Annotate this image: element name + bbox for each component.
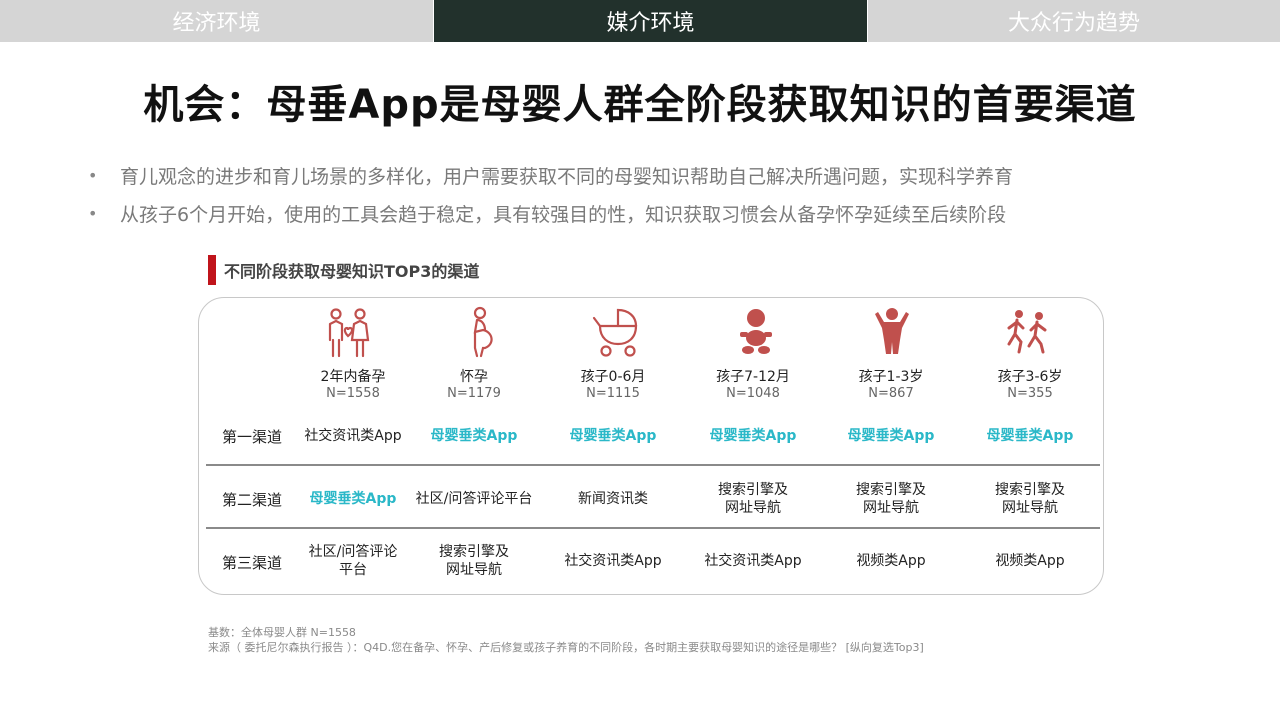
table-cell: 视频类App <box>856 553 926 569</box>
bullet-list: • 育儿观念的进步和育儿场景的多样化，用户需要获取不同的母婴知识帮助自己解决所遇… <box>88 156 1208 232</box>
stage-sample-size: N=1115 <box>586 386 640 401</box>
stage-name: 孩子0-6月 <box>580 369 646 385</box>
source-note: 来源（ 委托尼尔森执行报告 ）：Q4D.您在备孕、怀孕、产后修复或孩子养育的不同… <box>208 641 924 654</box>
pregnant-woman-icon <box>473 306 493 358</box>
table-cell: 社区/问答评论平台 <box>308 544 398 578</box>
stage-name: 孩子7-12月 <box>716 369 790 385</box>
accent-bar <box>208 255 216 285</box>
stage-name: 怀孕 <box>460 369 488 385</box>
stage-sample-size: N=355 <box>1007 386 1053 401</box>
table-cell: 社交资讯类App <box>564 553 662 569</box>
couple-heart-icon <box>328 308 370 358</box>
stage-sample-size: N=1179 <box>447 386 501 401</box>
bullet-marker: • <box>88 165 98 185</box>
bullet-item: • 从孩子6个月开始，使用的工具会趋于稳定，具有较强目的性，知识获取习惯会从备孕… <box>88 194 1208 232</box>
bullet-item: • 育儿观念的进步和育儿场景的多样化，用户需要获取不同的母婴知识帮助自己解决所遇… <box>88 156 1208 194</box>
table-cell: 搜索引擎及 网址导航 <box>718 482 788 516</box>
table-cell: 社交资讯类App <box>704 553 802 569</box>
table-cell: 母婴垂类App <box>709 428 797 444</box>
table-cell: 母婴垂类App <box>847 428 935 444</box>
table-cell: 母婴垂类App <box>986 428 1074 444</box>
table-cell: 母婴垂类App <box>309 491 397 507</box>
table-cell: 视频类App <box>995 553 1065 569</box>
stage-sample-size: N=1048 <box>726 386 780 401</box>
table-cell: 新闻资讯类 <box>578 491 648 507</box>
table-cell: 母婴垂类App <box>569 428 657 444</box>
table-cell: 社交资讯类App <box>304 428 402 444</box>
table-cell: 搜索引擎及 网址导航 <box>995 482 1065 516</box>
stage-sample-size: N=867 <box>868 386 914 401</box>
bullet-text: 从孩子6个月开始，使用的工具会趋于稳定，具有较强目的性，知识获取习惯会从备孕怀孕… <box>120 203 1007 226</box>
stage-name: 2年内备孕 <box>320 369 386 385</box>
baby-crawling-icon <box>740 309 772 354</box>
bullet-text: 育儿观念的进步和育儿场景的多样化，用户需要获取不同的母婴知识帮助自己解决所遇问题… <box>120 165 1014 188</box>
table-heading: 不同阶段获取母婴知识TOP3的渠道 <box>208 255 479 285</box>
bullet-marker: • <box>88 203 98 223</box>
tab-economy[interactable]: 经济环境 <box>0 0 433 42</box>
tab-media[interactable]: 媒介环境 <box>434 0 867 42</box>
table-cell: 母婴垂类App <box>430 428 518 444</box>
table-cell: 搜索引擎及 网址导航 <box>439 544 509 578</box>
baby-stroller-icon <box>592 308 638 357</box>
row-divider <box>206 527 1100 529</box>
table-cell: 社区/问答评论平台 <box>415 491 533 507</box>
row-divider <box>206 464 1100 466</box>
stage-name: 孩子1-3岁 <box>858 369 924 385</box>
stage-name: 孩子3-6岁 <box>997 369 1063 385</box>
tab-bar: 经济环境 媒介环境 大众行为趋势 <box>0 0 1280 42</box>
tab-behavior-trends[interactable]: 大众行为趋势 <box>868 0 1280 42</box>
toddler-icon <box>875 308 909 354</box>
running-child-icon <box>1007 310 1047 354</box>
base-note: 基数：全体母婴人群 N=1558 <box>208 626 356 639</box>
page-title: 机会：母垂App是母婴人群全阶段获取知识的首要渠道 <box>143 82 1137 128</box>
stage-sample-size: N=1558 <box>326 386 380 401</box>
source-footnote: 基数：全体母婴人群 N=1558 来源（ 委托尼尔森执行报告 ）：Q4D.您在备… <box>208 625 924 655</box>
table-cell: 搜索引擎及 网址导航 <box>856 482 926 516</box>
table-title: 不同阶段获取母婴知识TOP3的渠道 <box>224 262 480 281</box>
